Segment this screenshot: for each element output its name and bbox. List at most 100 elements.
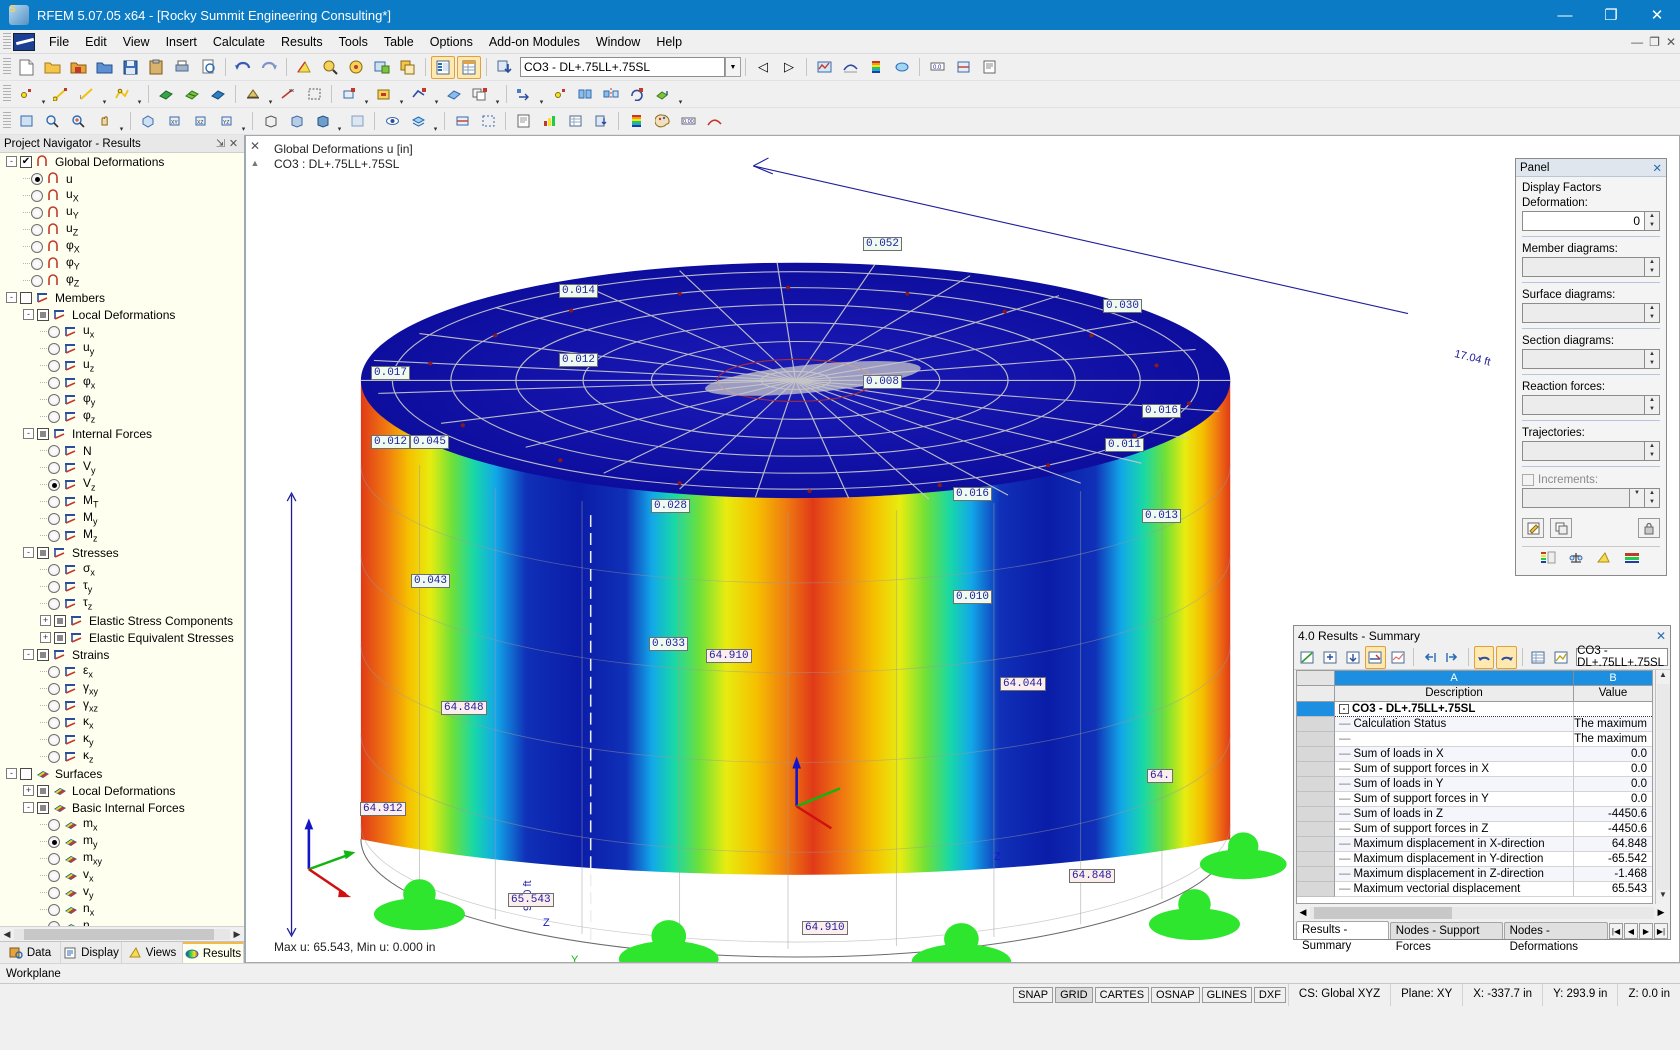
result-value-label[interactable]: 64.912 <box>360 802 406 816</box>
navigator-tab-results[interactable]: Results <box>183 942 244 963</box>
tree-expander[interactable]: - <box>23 428 34 439</box>
view-iso-icon[interactable] <box>136 110 160 133</box>
section-diagrams-input[interactable] <box>1522 349 1645 369</box>
column-header-a[interactable]: A <box>1335 671 1574 686</box>
member-load-dropdown-arrow[interactable]: ▾ <box>432 83 441 106</box>
menu-item-insert[interactable]: Insert <box>158 32 205 52</box>
tree-item-members[interactable]: - Members <box>0 289 244 306</box>
table-result-icon[interactable] <box>563 110 587 133</box>
view-xy-icon[interactable]: XY <box>162 110 186 133</box>
tree-radio[interactable] <box>48 342 60 355</box>
section-diagrams-spinner[interactable]: ▲ ▼ <box>1522 349 1660 369</box>
tree-item-u[interactable]: u <box>0 170 244 187</box>
navigator-hscrollbar[interactable]: ◀ ▶ <box>0 926 244 941</box>
rotate-object-icon[interactable] <box>625 83 649 106</box>
trajectories-spin-buttons[interactable]: ▲ ▼ <box>1645 441 1660 461</box>
result-value-label[interactable]: 0.010 <box>953 590 993 604</box>
legend-tab-icon[interactable] <box>1624 551 1642 566</box>
tree-radio[interactable] <box>48 444 60 457</box>
tree-radio[interactable] <box>48 478 60 491</box>
tree-item-n[interactable]: nx <box>0 901 244 918</box>
tree-expander[interactable]: - <box>23 649 34 660</box>
extrude-dropdown-arrow[interactable]: ▾ <box>676 83 685 106</box>
tree-item-u[interactable]: uz <box>0 357 244 374</box>
tree-radio[interactable] <box>48 495 60 508</box>
mesh-icon[interactable] <box>302 83 326 106</box>
tree-item-v[interactable]: vx <box>0 867 244 884</box>
tab-nav-next[interactable]: ▶ <box>1639 923 1653 939</box>
result-value-label[interactable]: 64.044 <box>1000 677 1046 691</box>
tree-radio[interactable] <box>31 172 43 185</box>
member-diagrams-input[interactable] <box>1522 257 1645 277</box>
results-table-row[interactable]: — The maximum <box>1297 732 1652 747</box>
result-value-label[interactable]: 0.012 <box>371 435 411 449</box>
print-preview-icon[interactable] <box>196 56 220 79</box>
tree-radio[interactable] <box>48 852 60 865</box>
pan-dropdown-arrow[interactable]: ▾ <box>117 110 126 133</box>
group-expander[interactable]: - <box>1339 704 1349 714</box>
tree-item-m[interactable]: my <box>0 833 244 850</box>
tree-expander[interactable]: + <box>23 785 34 796</box>
select-window-icon[interactable] <box>370 56 394 79</box>
results-table-row[interactable]: - CO3 - DL+.75LL+.75SL <box>1297 702 1652 717</box>
toggle-glines[interactable]: GLINES <box>1201 986 1252 1003</box>
table-grid-icon[interactable] <box>457 55 481 79</box>
panel-close-icon[interactable]: ✕ <box>1652 161 1662 175</box>
tree-radio[interactable] <box>48 461 60 474</box>
filter-tab-icon[interactable] <box>1596 551 1614 566</box>
increments-checkbox-row[interactable]: Increments: <box>1522 474 1660 486</box>
mdi-restore-button[interactable]: ❐ <box>1649 35 1660 49</box>
tree-item-[interactable]: φZ <box>0 272 244 289</box>
menu-item-file[interactable]: File <box>41 32 77 52</box>
results-row-number[interactable] <box>1297 762 1335 777</box>
tree-checkbox[interactable] <box>37 427 49 440</box>
scroll-right-arrow[interactable]: ▶ <box>230 929 244 940</box>
increments-spin-buttons[interactable]: ▲ ▼ <box>1645 488 1660 508</box>
viewport-close-icon[interactable]: ✕ <box>248 139 262 153</box>
toggle-dxf[interactable]: DXF <box>1253 986 1286 1003</box>
clipping-icon[interactable] <box>476 110 500 133</box>
surface-diagrams-spinner[interactable]: ▲ ▼ <box>1522 303 1660 323</box>
graph-table-icon[interactable] <box>1388 646 1409 669</box>
toggle-snap[interactable]: SNAP <box>1013 986 1054 1003</box>
results-scroll-down-arrow[interactable]: ▼ <box>1659 890 1667 904</box>
wireframe-icon[interactable] <box>258 110 282 133</box>
save-icon[interactable] <box>118 56 142 79</box>
results-row-number[interactable] <box>1297 732 1335 747</box>
load-icon[interactable] <box>337 83 361 106</box>
new-document-icon[interactable] <box>14 56 38 79</box>
tree-item-n[interactable]: ny <box>0 918 244 926</box>
result-value-label[interactable]: 0.012 <box>559 353 599 367</box>
results-table-row[interactable]: — Sum of support forces in X 0.0 <box>1297 762 1652 777</box>
surface-diagrams-input[interactable] <box>1522 303 1645 323</box>
dimension-line-icon[interactable]: I <box>75 83 99 106</box>
result-value-label[interactable]: 64.910 <box>706 649 752 663</box>
copy-factors-icon[interactable] <box>1550 518 1572 538</box>
export-dxf-icon[interactable] <box>589 110 613 133</box>
tree-item-[interactable]: φX <box>0 238 244 255</box>
pin-icon[interactable]: ⇲ <box>214 137 227 150</box>
menu-item-options[interactable]: Options <box>422 32 481 52</box>
result-value-label[interactable]: 64.848 <box>441 701 487 715</box>
tree-radio[interactable] <box>48 682 60 695</box>
prev-icon[interactable] <box>1419 646 1440 669</box>
deformation-spinner[interactable]: 0 ▲ ▼ <box>1522 211 1660 231</box>
mdi-minimize-button[interactable]: — <box>1631 35 1643 49</box>
tree-item-elastic-stress-components[interactable]: + Elastic Stress Components <box>0 612 244 629</box>
prev-case-icon[interactable]: ◁ <box>751 56 775 79</box>
tree-radio[interactable] <box>48 393 60 406</box>
result-value-label[interactable]: 0.030 <box>1103 299 1143 313</box>
tree-radio[interactable] <box>48 359 60 372</box>
reaction-forces-spinner[interactable]: ▲ ▼ <box>1522 395 1660 415</box>
tab-nav-prev[interactable]: ◀ <box>1624 923 1638 939</box>
result-value-label[interactable]: 0.052 <box>863 237 903 251</box>
section-icon[interactable] <box>951 56 975 79</box>
redo-icon[interactable] <box>257 56 281 79</box>
scroll-track[interactable] <box>14 928 230 940</box>
results-table-row[interactable]: — Sum of loads in Z -4450.6 <box>1297 807 1652 822</box>
clipboard-icon[interactable] <box>144 56 168 79</box>
tree-item-basic-internal-forces[interactable]: - Basic Internal Forces <box>0 799 244 816</box>
tree-item-[interactable]: σx <box>0 561 244 578</box>
colorscale-icon[interactable] <box>864 56 888 79</box>
result-value-label[interactable]: 0.016 <box>1142 404 1182 418</box>
